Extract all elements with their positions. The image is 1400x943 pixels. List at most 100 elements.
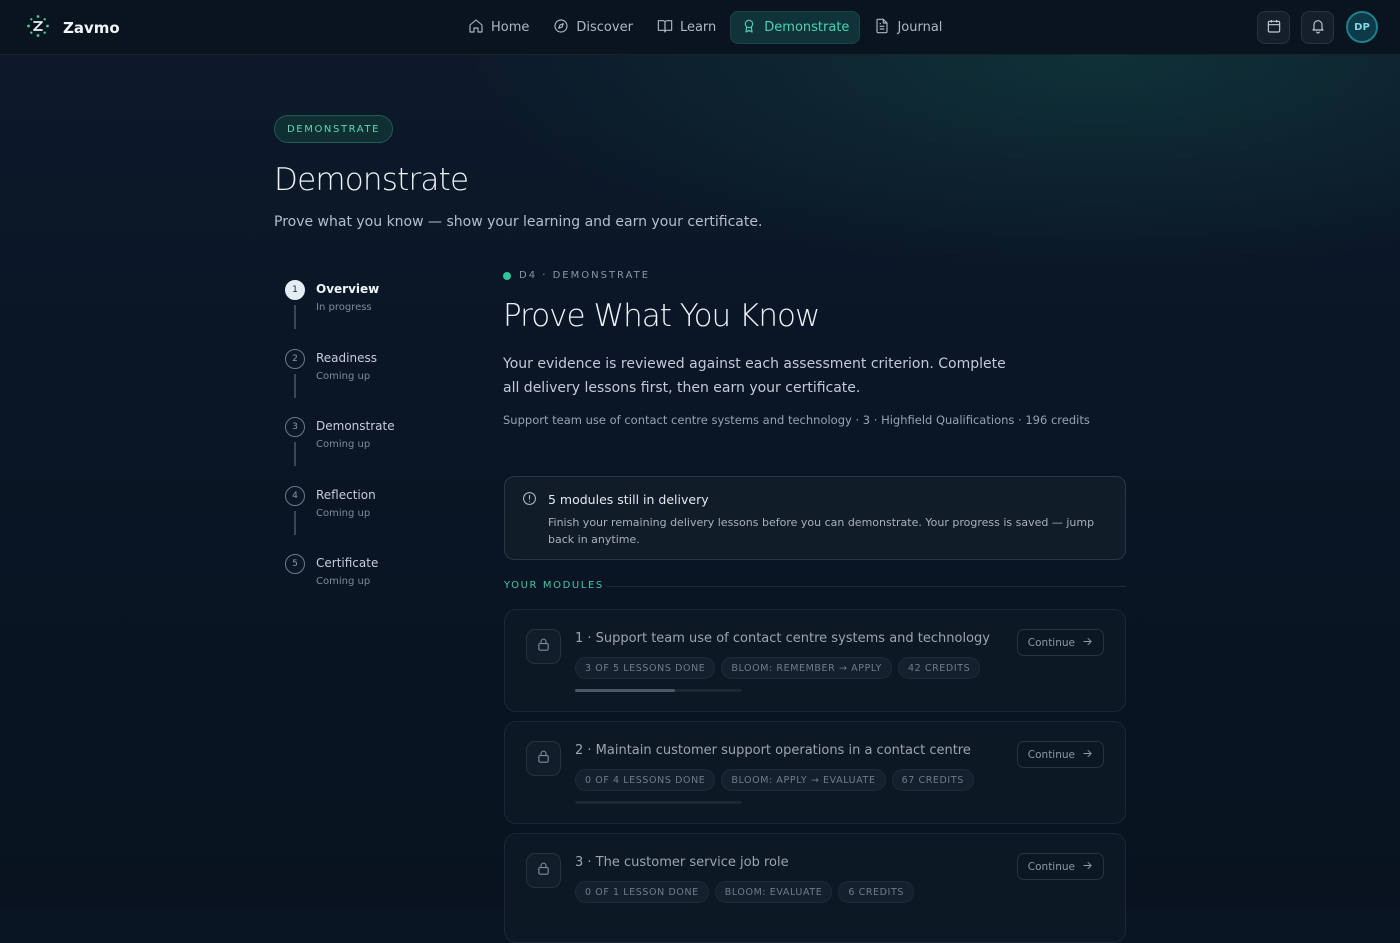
document-icon xyxy=(874,18,890,38)
step-state: Coming up xyxy=(316,507,371,519)
arrow-right-icon xyxy=(1082,636,1093,650)
step-connector xyxy=(294,510,296,535)
sparkle-logo-icon xyxy=(26,14,50,42)
lock-icon xyxy=(536,637,551,656)
module-tags: 0 OF 1 LESSON DONE BLOOM: EVALUATE 6 CRE… xyxy=(575,881,914,903)
step-name: Overview xyxy=(316,282,380,296)
lock-icon xyxy=(536,861,551,880)
app-name: Zavmo xyxy=(63,19,120,37)
step-state: Coming up xyxy=(316,370,371,382)
page-subtitle: Prove what you know — show your learning… xyxy=(274,214,763,230)
credits-badge: 6 CREDITS xyxy=(838,881,914,903)
credits-badge: 67 CREDITS xyxy=(891,769,974,791)
module-card: 2 · Maintain customer support operations… xyxy=(504,721,1126,824)
nav-journal[interactable]: Journal xyxy=(864,11,952,44)
main-nav: Home Discover Learn Demonstrate Journal xyxy=(458,11,952,44)
step-state: Coming up xyxy=(316,439,371,450)
notifications-button[interactable] xyxy=(1301,11,1334,44)
step-number: 3 xyxy=(285,417,305,437)
section-pill: DEMONSTRATE xyxy=(274,115,394,143)
book-open-icon xyxy=(657,18,673,38)
continue-label: Continue xyxy=(1027,748,1075,761)
module-progress-fill xyxy=(575,689,676,692)
qualification-meta: Support team use of contact centre syste… xyxy=(503,413,1090,427)
section-divider xyxy=(606,586,1126,587)
step-connector xyxy=(294,442,296,466)
main-title: Prove What You Know xyxy=(503,298,820,334)
delivery-notice: 5 modules still in delivery Finish your … xyxy=(504,476,1126,560)
brand[interactable]: Zavmo xyxy=(26,14,120,42)
calendar-icon xyxy=(1266,18,1282,38)
step-name: Reflection xyxy=(316,487,376,502)
award-icon xyxy=(741,18,757,38)
modules-section-label: YOUR MODULES xyxy=(504,580,604,591)
nav-actions: DP xyxy=(1257,11,1378,44)
section-eyebrow: D4 · DEMONSTRATE xyxy=(503,270,650,281)
nav-discover[interactable]: Discover xyxy=(543,11,643,44)
module-title: 1 · Support team use of contact centre s… xyxy=(575,631,990,646)
nav-journal-label: Journal xyxy=(897,20,943,35)
step-number: 2 xyxy=(285,348,305,369)
lock-icon xyxy=(536,749,551,768)
bloom-badge: BLOOM: EVALUATE xyxy=(714,881,833,903)
step-certificate[interactable]: 5 Certificate Coming up xyxy=(285,554,475,623)
main-description: Your evidence is reviewed against each a… xyxy=(503,356,1006,396)
user-avatar[interactable]: DP xyxy=(1346,11,1378,43)
step-name: Demonstrate xyxy=(316,419,395,433)
step-number: 4 xyxy=(285,485,305,506)
nav-learn-label: Learn xyxy=(679,20,717,35)
module-progress-bar xyxy=(575,689,742,692)
nav-learn[interactable]: Learn xyxy=(647,11,726,44)
step-state: In progress xyxy=(316,302,372,313)
module-tags: 0 OF 4 LESSONS DONE BLOOM: APPLY → EVALU… xyxy=(575,769,974,791)
step-demonstrate[interactable]: 3 Demonstrate Coming up xyxy=(285,417,475,486)
compass-icon xyxy=(553,18,569,38)
continue-label: Continue xyxy=(1027,636,1075,649)
continue-button[interactable]: Continue xyxy=(1016,629,1104,656)
bloom-badge: BLOOM: APPLY → EVALUATE xyxy=(721,769,886,791)
arrow-right-icon xyxy=(1082,748,1093,762)
calendar-button[interactable] xyxy=(1257,11,1290,44)
nav-discover-label: Discover xyxy=(576,20,633,35)
step-reflection[interactable]: 4 Reflection Coming up xyxy=(285,485,475,555)
nav-demonstrate-label: Demonstrate xyxy=(764,20,850,35)
lessons-badge: 0 OF 1 LESSON DONE xyxy=(575,881,709,903)
step-state: Coming up xyxy=(316,576,371,587)
nav-home-label: Home xyxy=(491,20,530,35)
page-title: Demonstrate xyxy=(274,162,469,198)
notice-title: 5 modules still in delivery xyxy=(548,492,709,507)
module-title: 2 · Maintain customer support operations… xyxy=(575,743,971,758)
module-tags: 3 OF 5 LESSONS DONE BLOOM: REMEMBER → AP… xyxy=(575,657,981,679)
continue-button[interactable]: Continue xyxy=(1016,741,1104,768)
step-number: 5 xyxy=(285,554,305,574)
module-progress-bar xyxy=(575,801,742,804)
bell-icon xyxy=(1310,18,1326,38)
top-navigation-bar: Zavmo Home Discover Learn Demonstrate Jo… xyxy=(0,0,1400,55)
module-title: 3 · The customer service job role xyxy=(575,855,789,870)
step-overview[interactable]: 1 Overview In progress xyxy=(285,280,475,349)
step-name: Readiness xyxy=(316,350,377,365)
eyebrow-label: D4 · DEMONSTRATE xyxy=(519,270,651,281)
progress-stepper: 1 Overview In progress 2 Readiness Comin… xyxy=(285,280,475,623)
lessons-badge: 0 OF 4 LESSONS DONE xyxy=(575,769,716,791)
step-readiness[interactable]: 2 Readiness Coming up xyxy=(285,348,475,418)
lock-badge xyxy=(526,629,561,664)
step-number: 1 xyxy=(285,280,305,300)
nav-demonstrate[interactable]: Demonstrate xyxy=(730,11,861,44)
nav-home[interactable]: Home xyxy=(458,11,539,44)
bloom-badge: BLOOM: REMEMBER → APPLY xyxy=(721,657,892,679)
continue-label: Continue xyxy=(1027,860,1075,873)
continue-button[interactable]: Continue xyxy=(1016,853,1104,880)
lock-badge xyxy=(526,741,561,776)
arrow-right-icon xyxy=(1082,860,1093,874)
step-connector xyxy=(294,373,296,398)
notice-body: Finish your remaining delivery lessons b… xyxy=(548,516,1095,546)
module-card: 3 · The customer service job role 0 OF 1… xyxy=(504,833,1126,943)
step-connector xyxy=(294,305,296,329)
lock-badge xyxy=(526,853,561,888)
lessons-badge: 3 OF 5 LESSONS DONE xyxy=(575,657,716,679)
status-dot xyxy=(503,271,511,280)
home-icon xyxy=(468,18,484,38)
credits-badge: 42 CREDITS xyxy=(897,657,981,679)
info-circle-icon xyxy=(522,491,537,506)
